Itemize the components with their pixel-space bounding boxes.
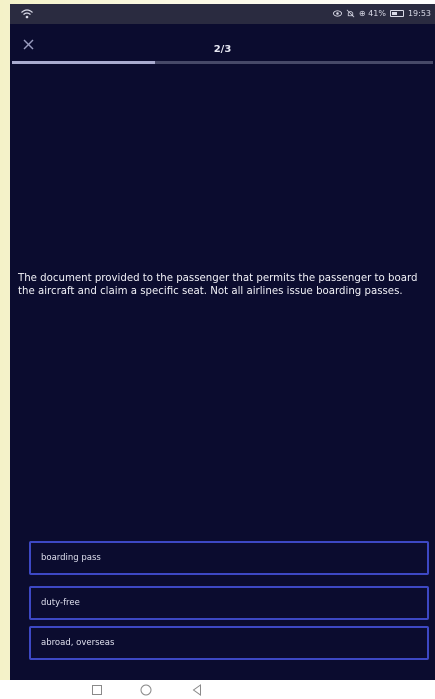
system-nav-bar: [0, 680, 435, 699]
status-bar: ⊕ 41% 19:53: [10, 4, 435, 24]
app-screen: ⊕ 41% 19:53 2/3 The document provided to…: [10, 4, 435, 680]
question-counter: 2/3: [213, 44, 232, 55]
answer-option-duty-free[interactable]: duty-free: [29, 586, 429, 620]
battery-percent: ⊕ 41%: [358, 9, 386, 18]
back-triangle-icon[interactable]: [190, 683, 204, 697]
progress-bar: [12, 61, 433, 64]
answer-option-abroad[interactable]: abroad, overseas: [29, 626, 429, 660]
clock: 19:53: [407, 9, 431, 18]
wifi-icon: [21, 9, 33, 19]
eye-icon: [332, 10, 342, 17]
battery-icon: [389, 10, 404, 17]
square-icon[interactable]: [90, 683, 104, 697]
progress-bar-fill: [12, 61, 156, 64]
mute-bell-icon: [346, 9, 355, 18]
status-indicators: ⊕ 41% 19:53: [332, 9, 431, 18]
circle-icon[interactable]: [139, 683, 153, 697]
question-text: The document provided to the passenger t…: [18, 273, 418, 297]
answer-option-boarding-pass[interactable]: boarding pass: [29, 541, 429, 575]
quiz-header: 2/3: [10, 24, 435, 66]
